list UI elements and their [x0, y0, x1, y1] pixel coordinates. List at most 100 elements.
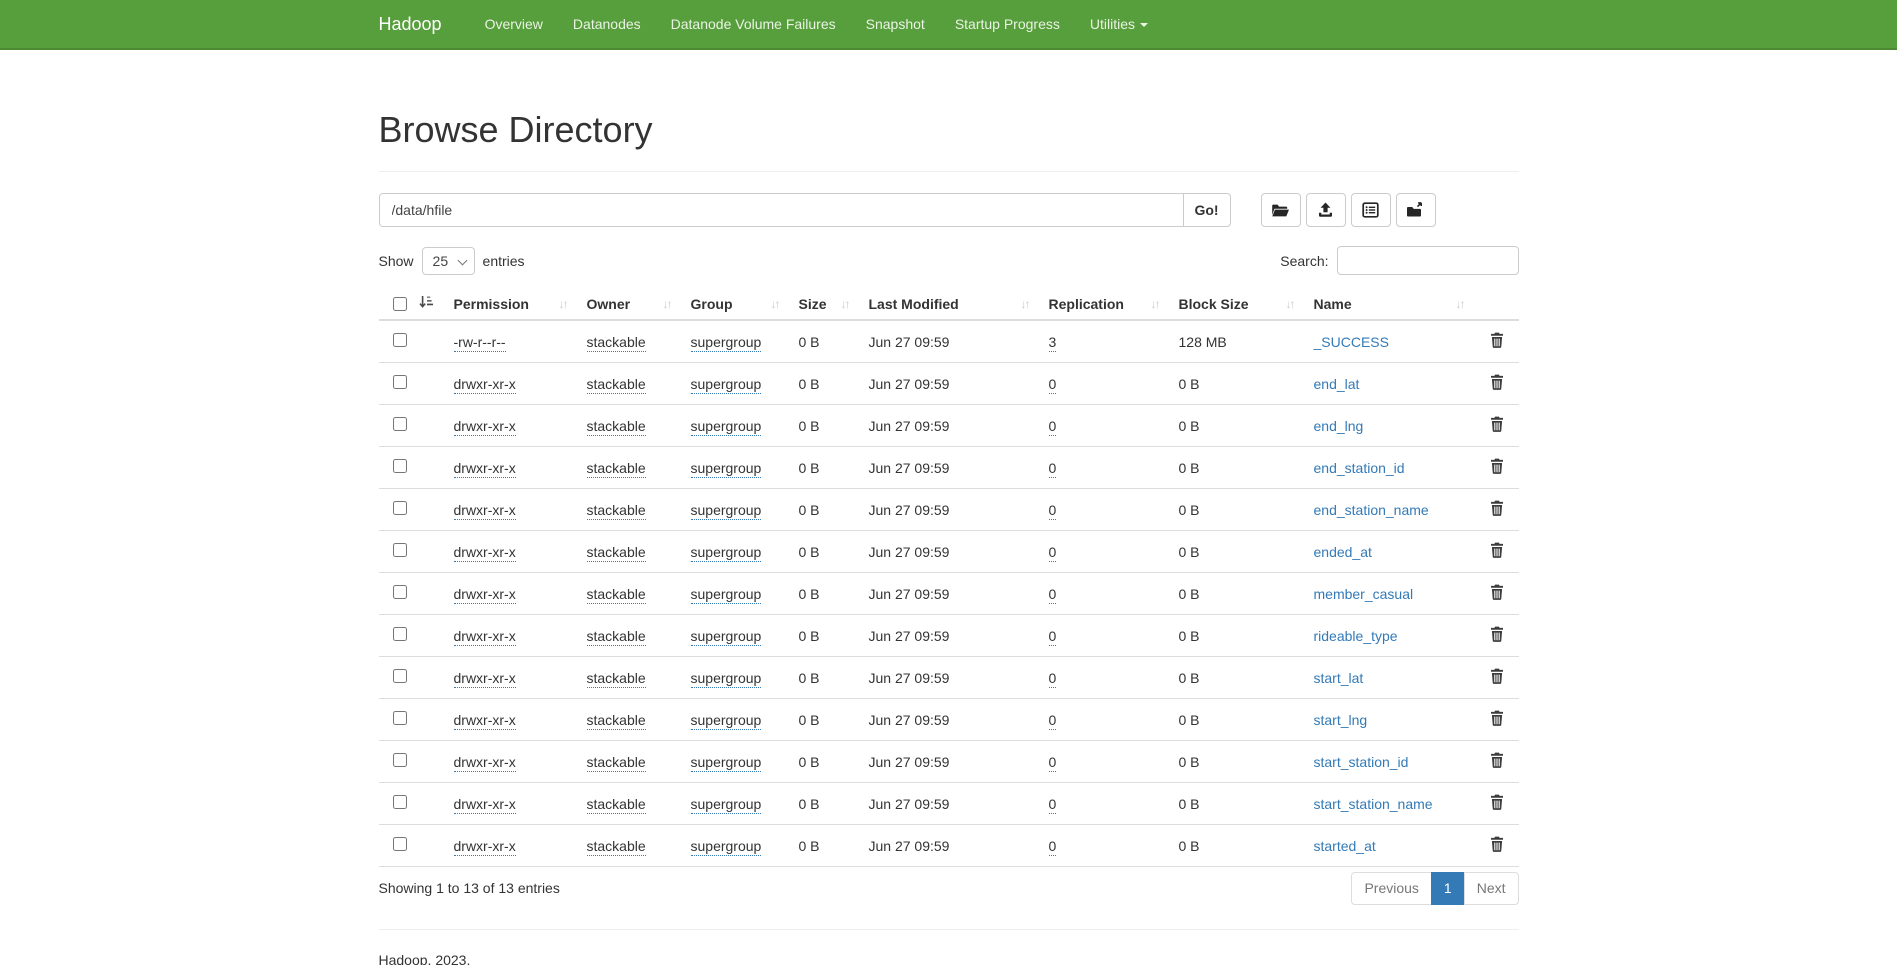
- file-name-link[interactable]: end_lng: [1314, 418, 1364, 434]
- column-header-permission[interactable]: Permission↓↑: [446, 288, 579, 320]
- replication-value[interactable]: 0: [1049, 712, 1057, 730]
- group-value[interactable]: supergroup: [691, 460, 762, 478]
- replication-value[interactable]: 0: [1049, 838, 1057, 856]
- row-select-checkbox[interactable]: [393, 543, 407, 557]
- go-button[interactable]: Go!: [1183, 193, 1231, 227]
- nav-dropdown-utilities[interactable]: Utilities: [1075, 0, 1163, 49]
- delete-button[interactable]: [1488, 414, 1506, 437]
- group-value[interactable]: supergroup: [691, 670, 762, 688]
- column-header-owner[interactable]: Owner↓↑: [579, 288, 683, 320]
- group-value[interactable]: supergroup: [691, 544, 762, 562]
- replication-value[interactable]: 0: [1049, 586, 1057, 604]
- replication-value[interactable]: 0: [1049, 628, 1057, 646]
- row-select-checkbox[interactable]: [393, 627, 407, 641]
- nav-item-snapshot[interactable]: Snapshot: [851, 0, 940, 49]
- group-value[interactable]: supergroup: [691, 502, 762, 520]
- permission-value[interactable]: drwxr-xr-x: [454, 586, 516, 604]
- permission-value[interactable]: drwxr-xr-x: [454, 754, 516, 772]
- row-select-checkbox[interactable]: [393, 585, 407, 599]
- move-button[interactable]: [1396, 193, 1436, 227]
- replication-value[interactable]: 0: [1049, 544, 1057, 562]
- group-value[interactable]: supergroup: [691, 796, 762, 814]
- group-value[interactable]: supergroup: [691, 586, 762, 604]
- permission-value[interactable]: drwxr-xr-x: [454, 544, 516, 562]
- row-select-checkbox[interactable]: [393, 837, 407, 851]
- select-all-checkbox[interactable]: [393, 297, 407, 311]
- delete-button[interactable]: [1488, 834, 1506, 857]
- permission-value[interactable]: drwxr-xr-x: [454, 838, 516, 856]
- file-name-link[interactable]: end_lat: [1314, 376, 1360, 392]
- file-name-link[interactable]: start_station_name: [1314, 796, 1433, 812]
- owner-value[interactable]: stackable: [587, 418, 646, 436]
- delete-button[interactable]: [1488, 750, 1506, 773]
- pagination-previous[interactable]: Previous: [1351, 872, 1431, 905]
- group-value[interactable]: supergroup: [691, 418, 762, 436]
- permission-value[interactable]: drwxr-xr-x: [454, 796, 516, 814]
- permission-value[interactable]: drwxr-xr-x: [454, 418, 516, 436]
- replication-value[interactable]: 0: [1049, 460, 1057, 478]
- row-select-checkbox[interactable]: [393, 375, 407, 389]
- owner-value[interactable]: stackable: [587, 628, 646, 646]
- delete-button[interactable]: [1488, 330, 1506, 353]
- file-name-link[interactable]: start_station_id: [1314, 754, 1409, 770]
- column-header-last-modified[interactable]: Last Modified↓↑: [861, 288, 1041, 320]
- file-name-link[interactable]: ended_at: [1314, 544, 1372, 560]
- row-select-checkbox[interactable]: [393, 669, 407, 683]
- delete-button[interactable]: [1488, 456, 1506, 479]
- pagination-page-1[interactable]: 1: [1431, 872, 1465, 905]
- file-name-link[interactable]: start_lng: [1314, 712, 1368, 728]
- column-header-name[interactable]: Name↓↑: [1306, 288, 1476, 320]
- row-select-checkbox[interactable]: [393, 795, 407, 809]
- nav-item-datanodes[interactable]: Datanodes: [558, 0, 656, 49]
- replication-value[interactable]: 0: [1049, 418, 1057, 436]
- replication-value[interactable]: 0: [1049, 796, 1057, 814]
- page-size-select[interactable]: 25: [422, 247, 475, 275]
- row-select-checkbox[interactable]: [393, 333, 407, 347]
- owner-value[interactable]: stackable: [587, 670, 646, 688]
- row-select-checkbox[interactable]: [393, 417, 407, 431]
- owner-value[interactable]: stackable: [587, 754, 646, 772]
- replication-value[interactable]: 0: [1049, 670, 1057, 688]
- delete-button[interactable]: [1488, 540, 1506, 563]
- group-value[interactable]: supergroup: [691, 376, 762, 394]
- directory-path-input[interactable]: [379, 193, 1184, 227]
- column-header-group[interactable]: Group↓↑: [683, 288, 791, 320]
- file-name-link[interactable]: _SUCCESS: [1314, 334, 1389, 350]
- owner-value[interactable]: stackable: [587, 376, 646, 394]
- nav-item-overview[interactable]: Overview: [470, 0, 558, 49]
- column-header-block-size[interactable]: Block Size↓↑: [1171, 288, 1306, 320]
- row-select-checkbox[interactable]: [393, 459, 407, 473]
- permission-value[interactable]: drwxr-xr-x: [454, 460, 516, 478]
- nav-item-startup-progress[interactable]: Startup Progress: [940, 0, 1075, 49]
- column-header-replication[interactable]: Replication↓↑: [1041, 288, 1171, 320]
- owner-value[interactable]: stackable: [587, 712, 646, 730]
- owner-value[interactable]: stackable: [587, 544, 646, 562]
- column-header-size[interactable]: Size↓↑: [791, 288, 861, 320]
- nav-item-datanode-volume-failures[interactable]: Datanode Volume Failures: [656, 0, 851, 49]
- permission-value[interactable]: drwxr-xr-x: [454, 376, 516, 394]
- search-input[interactable]: [1337, 246, 1519, 275]
- permission-value[interactable]: drwxr-xr-x: [454, 712, 516, 730]
- delete-button[interactable]: [1488, 372, 1506, 395]
- delete-button[interactable]: [1488, 708, 1506, 731]
- brand-hadoop[interactable]: Hadoop: [379, 0, 442, 49]
- select-all-column-header[interactable]: [379, 288, 446, 320]
- owner-value[interactable]: stackable: [587, 586, 646, 604]
- upload-file-button[interactable]: [1306, 193, 1346, 227]
- file-name-link[interactable]: rideable_type: [1314, 628, 1398, 644]
- permission-value[interactable]: drwxr-xr-x: [454, 502, 516, 520]
- permission-value[interactable]: -rw-r--r--: [454, 334, 506, 352]
- permission-value[interactable]: drwxr-xr-x: [454, 670, 516, 688]
- group-value[interactable]: supergroup: [691, 334, 762, 352]
- delete-button[interactable]: [1488, 624, 1506, 647]
- group-value[interactable]: supergroup: [691, 754, 762, 772]
- group-value[interactable]: supergroup: [691, 628, 762, 646]
- owner-value[interactable]: stackable: [587, 502, 646, 520]
- replication-value[interactable]: 0: [1049, 502, 1057, 520]
- delete-button[interactable]: [1488, 582, 1506, 605]
- file-name-link[interactable]: start_lat: [1314, 670, 1364, 686]
- group-value[interactable]: supergroup: [691, 838, 762, 856]
- permission-value[interactable]: drwxr-xr-x: [454, 628, 516, 646]
- delete-button[interactable]: [1488, 498, 1506, 521]
- group-value[interactable]: supergroup: [691, 712, 762, 730]
